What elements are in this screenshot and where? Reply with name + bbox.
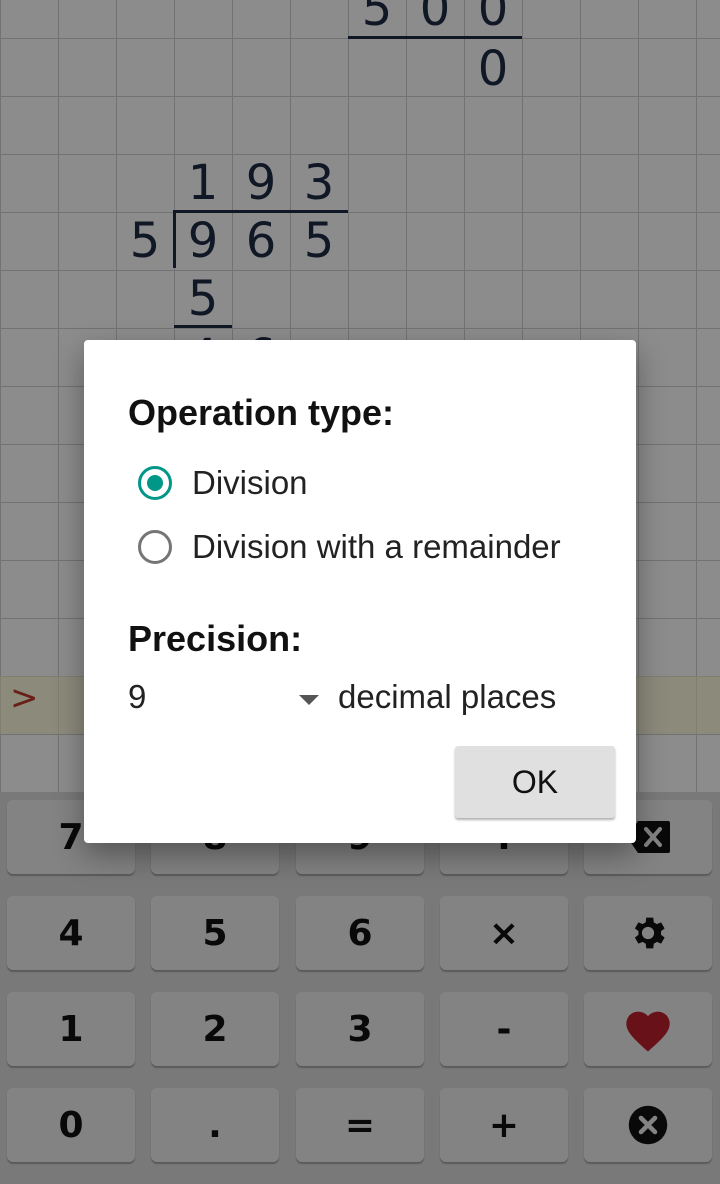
division-settings-dialog: Operation type: Division Division with a… bbox=[84, 340, 636, 843]
operation-type-heading: Operation type: bbox=[128, 392, 395, 433]
precision-unit-label: decimal places bbox=[338, 678, 557, 715]
radio-unselected-icon[interactable] bbox=[138, 530, 172, 564]
option-division[interactable]: Division bbox=[138, 458, 308, 508]
radio-selected-icon[interactable] bbox=[138, 466, 172, 500]
precision-spinner-value[interactable]: 9 bbox=[128, 678, 146, 716]
option-division-with-remainder[interactable]: Division with a remainder bbox=[138, 522, 561, 572]
option-label: Division with a remainder bbox=[192, 528, 561, 565]
dropdown-arrow-icon[interactable] bbox=[299, 695, 319, 705]
precision-heading: Precision: bbox=[128, 618, 303, 659]
ok-button[interactable]: OK bbox=[455, 746, 615, 818]
option-label: Division bbox=[192, 464, 308, 501]
